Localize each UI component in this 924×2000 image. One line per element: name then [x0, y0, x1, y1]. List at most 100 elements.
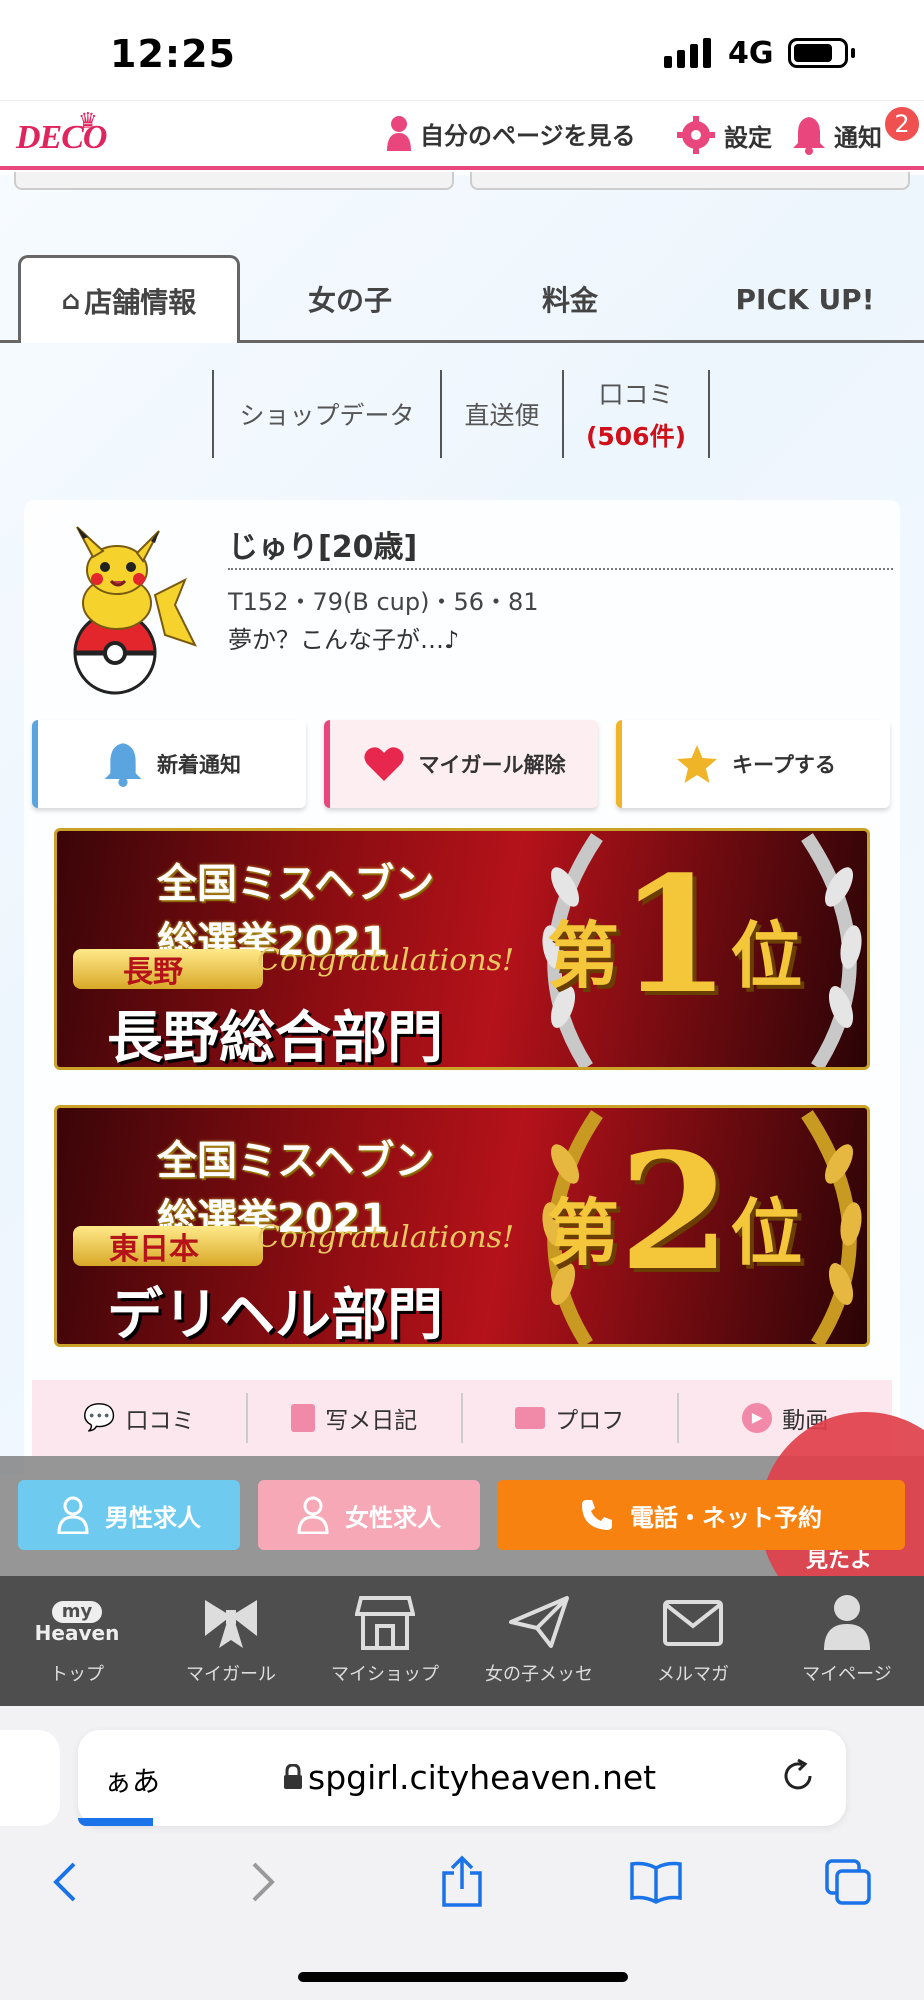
content-tabs: 💬 口コミ 写メ日記 プロフ ▶ 動画	[32, 1380, 892, 1456]
tabbar-myshop-label: マイショップ	[331, 1664, 439, 1685]
my-page-link[interactable]: 自分のページを見る	[386, 115, 636, 151]
tabs-icon	[825, 1859, 871, 1905]
female-jobs-label: 女性求人	[345, 1503, 441, 1532]
paper-plane-icon	[509, 1596, 569, 1648]
tabbar-top[interactable]: my Heaven トップ	[0, 1592, 154, 1686]
id-card-icon	[515, 1407, 546, 1429]
home-indicator[interactable]	[298, 1972, 628, 1982]
book-icon	[630, 1861, 682, 1904]
header-tab-stub-left[interactable]	[14, 172, 454, 190]
heart-icon	[363, 747, 404, 781]
battery-icon	[788, 38, 848, 68]
keep-label: キープする	[732, 753, 836, 777]
battery-nub	[851, 48, 855, 58]
tabbar-mygirl-label: マイガール	[186, 1664, 276, 1685]
subnav-direct[interactable]: 直送便	[440, 370, 562, 458]
tabbar-mygirl[interactable]: マイガール	[154, 1592, 308, 1686]
banner-2-title-line1: 全国ミスヘブン	[157, 1138, 435, 1184]
girl-measurements: T152・79(B cup)・56・81	[228, 588, 539, 616]
subnav-shop-data-label: ショップデータ	[239, 401, 415, 430]
crown-icon: ♛	[78, 109, 98, 134]
award-banner-1st[interactable]: 全国ミスヘブン 総選挙2021 長野 Congratulations! 長野総合部…	[54, 828, 870, 1070]
site-header: DECO ♛ 自分のページを見る 設定 通知	[0, 100, 924, 170]
heaven-logo-bottom: Heaven	[34, 1621, 120, 1645]
heaven-logo-icon: my Heaven	[34, 1592, 120, 1652]
share-icon	[442, 1855, 482, 1907]
subnav-shop-data[interactable]: ショップデータ	[212, 370, 440, 458]
tab-girls[interactable]: 女の子	[260, 255, 440, 343]
banner-1-rank-number: 1	[619, 841, 731, 1029]
notifications-label: 通知	[834, 123, 882, 152]
keep-button[interactable]: キープする	[616, 720, 890, 808]
tabbar-messages[interactable]: 女の子メッセ	[462, 1592, 616, 1686]
reserve-button[interactable]: 電話・ネット予約	[497, 1480, 905, 1550]
tabbar-newsletter-label: メルマガ	[657, 1664, 729, 1685]
banner-2-congrats: Congratulations!	[257, 1220, 515, 1255]
bookmarks-button[interactable]	[616, 1852, 696, 1912]
subnav-reviews[interactable]: 口コミ (506件)	[562, 370, 710, 458]
tabbar-mypage[interactable]: マイページ	[770, 1592, 924, 1686]
reload-icon[interactable]	[780, 1758, 816, 1794]
girl-name: じゅり[20歳]	[228, 530, 418, 565]
reader-options-button[interactable]: ぁあ	[104, 1760, 160, 1800]
new-arrival-notify-button[interactable]: 新着通知	[32, 720, 306, 808]
notifications-link[interactable]: 通知	[792, 115, 882, 155]
lock-icon	[284, 1764, 302, 1789]
tabbar-top-label: トップ	[50, 1664, 104, 1685]
male-jobs-label: 男性求人	[105, 1503, 201, 1532]
male-jobs-button[interactable]: 男性求人	[18, 1480, 240, 1550]
notify-label: 新着通知	[157, 753, 241, 777]
back-button[interactable]	[30, 1852, 100, 1912]
person-icon	[824, 1595, 870, 1650]
person-outline-icon	[297, 1496, 329, 1534]
forward-button[interactable]	[228, 1852, 298, 1912]
share-button[interactable]	[422, 1852, 502, 1912]
photo-diary-icon	[291, 1404, 316, 1432]
subnav-direct-label: 直送便	[464, 401, 540, 430]
banner-2-rank-number: 2	[619, 1118, 731, 1306]
content-tab-diary[interactable]: 写メ日記	[248, 1393, 463, 1443]
tab-price[interactable]: 料金	[480, 255, 660, 343]
tab-shop-info[interactable]: ⌂ 店舗情報	[18, 255, 240, 343]
name-divider	[228, 568, 893, 570]
url-text[interactable]: spgirl.cityheaven.net	[308, 1758, 656, 1797]
tabbar-newsletter[interactable]: メルマガ	[616, 1592, 770, 1686]
shop-icon	[355, 1596, 415, 1650]
unfavorite-button[interactable]: マイガール解除	[324, 720, 598, 808]
header-tab-stub-right[interactable]	[470, 172, 910, 190]
banner-2-category: デリヘル部門	[107, 1283, 443, 1347]
banner-1-region: 長野	[73, 949, 263, 990]
content-tab-diary-label: 写メ日記	[325, 1408, 418, 1434]
play-icon: ▶	[742, 1403, 773, 1433]
banner-2-region: 東日本	[73, 1226, 263, 1267]
banner-1-title-line1: 全国ミスヘブン	[157, 861, 435, 907]
reviews-count: (506件)	[585, 422, 687, 451]
mail-icon	[663, 1600, 723, 1646]
female-jobs-button[interactable]: 女性求人	[258, 1480, 480, 1550]
tab-pickup[interactable]: PICK UP!	[700, 255, 910, 343]
banner-2-rank-prefix: 第	[547, 1190, 620, 1275]
status-bar: 12:25 4G	[0, 0, 924, 100]
award-banner-2nd[interactable]: 全国ミスヘブン 総選挙2021 東日本 Congratulations! デリヘル…	[54, 1105, 870, 1347]
gear-icon	[677, 116, 715, 154]
subnav-reviews-label: 口コミ	[598, 380, 674, 409]
star-icon	[677, 745, 718, 783]
previous-tab-card[interactable]	[0, 1730, 60, 1826]
content-tab-profile-label: プロフ	[555, 1408, 625, 1434]
content-tab-reviews[interactable]: 💬 口コミ	[32, 1393, 248, 1443]
tabbar-myshop[interactable]: マイショップ	[308, 1592, 462, 1686]
girl-catchphrase: 夢か？こんな子が…♪	[228, 626, 460, 654]
tabs-button[interactable]	[808, 1852, 888, 1912]
content-tab-reviews-label: 口コミ	[125, 1408, 195, 1434]
person-outline-icon	[57, 1496, 89, 1534]
unfavorite-label: マイガール解除	[418, 753, 566, 777]
banner-1-rank-prefix: 第	[547, 913, 620, 998]
settings-link[interactable]: 設定	[676, 115, 772, 155]
tab-shop-info-label: 店舗情報	[84, 285, 197, 319]
content-tab-profile[interactable]: プロフ	[463, 1393, 679, 1443]
pikachu-avatar-icon[interactable]	[55, 525, 205, 695]
signal-icon	[664, 38, 711, 68]
banner-1-congrats: Congratulations!	[257, 943, 515, 978]
heaven-logo-top: my	[51, 1601, 103, 1623]
bell-icon	[793, 117, 825, 155]
